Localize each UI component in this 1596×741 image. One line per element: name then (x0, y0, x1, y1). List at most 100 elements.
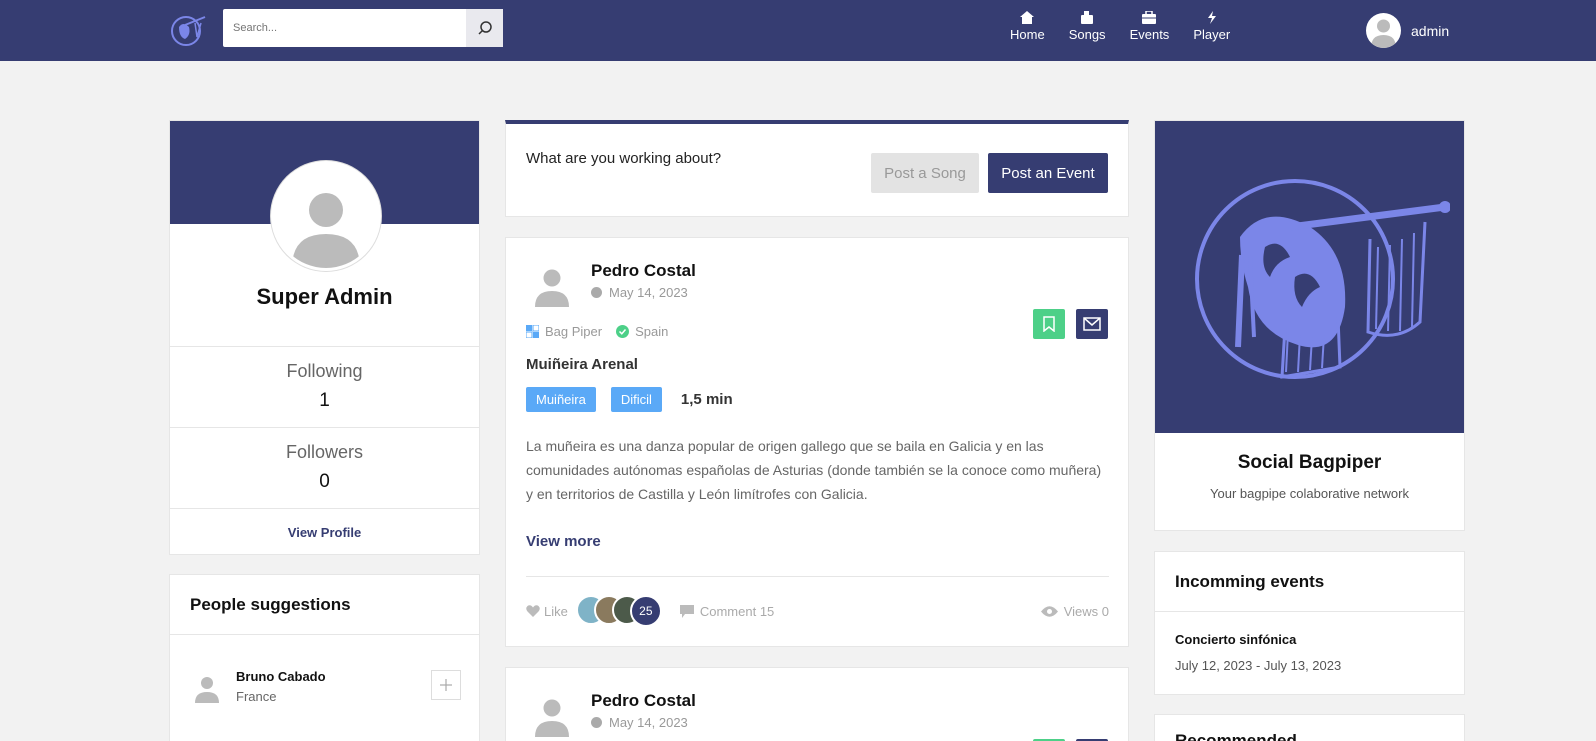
nav-label: Player (1193, 27, 1231, 42)
like-label: Like (544, 603, 568, 619)
user-icon (1371, 19, 1396, 48)
nav-home[interactable]: Home (1010, 11, 1045, 42)
post-event-button[interactable]: Post an Event (988, 153, 1108, 193)
clock-icon (591, 717, 602, 728)
avatar[interactable] (530, 263, 574, 307)
people-suggestions-card: People suggestions Bruno Cabado France (169, 574, 480, 741)
nav-player[interactable]: Player (1193, 11, 1230, 42)
like-button[interactable]: Like (526, 604, 568, 619)
post-country: Spain (635, 324, 669, 339)
avatar[interactable] (190, 669, 224, 703)
recommended-title: Recommended (1175, 731, 1297, 741)
bagpipe-logo-icon[interactable] (171, 13, 207, 47)
view-profile-link[interactable]: View Profile (170, 508, 479, 556)
user-icon (535, 269, 569, 307)
incoming-events-card: Incomming events Concierto sinfónica Jul… (1154, 551, 1465, 695)
profile-avatar[interactable] (271, 161, 381, 271)
followers-stat[interactable]: Followers 0 (170, 427, 479, 507)
main-nav: Home Songs Events Player (1010, 11, 1254, 42)
post-song-button[interactable]: Post a Song (871, 153, 979, 193)
username: admin (1411, 22, 1450, 39)
following-label: Following (286, 361, 363, 381)
comment-label: Comment 15 (699, 603, 775, 619)
likes-count: 25 (629, 595, 662, 627)
post-date-text: May 14, 2023 (609, 285, 688, 300)
following-stat[interactable]: Following 1 (170, 346, 479, 426)
nav-label: Home (1010, 27, 1045, 42)
plus-icon (440, 679, 452, 691)
post-tags: Muiñeira Dificil 1,5 min (526, 387, 733, 412)
post-instrument: Bag Piper (545, 324, 603, 339)
post-date-text: May 14, 2023 (609, 715, 688, 730)
nav-label: Events (1129, 27, 1170, 42)
view-more-link[interactable]: View more (526, 533, 601, 550)
avatar (1366, 13, 1401, 48)
search-button[interactable] (466, 9, 503, 47)
search-input[interactable] (223, 9, 466, 47)
post-author[interactable]: Pedro Costal (591, 691, 696, 711)
divider (526, 576, 1109, 577)
compose-prompt[interactable]: What are you working about? (526, 150, 721, 167)
top-navbar: Home Songs Events Player admin (0, 0, 1596, 61)
user-icon (535, 699, 569, 737)
post-card: Pedro Costal May 14, 2023 (505, 667, 1129, 741)
incoming-events-title: Incomming events (1155, 552, 1464, 612)
user-menu[interactable]: admin (1366, 13, 1449, 48)
views-label: Views 0 (1063, 603, 1109, 619)
bookmark-button[interactable] (1033, 309, 1065, 339)
eye-icon (1040, 605, 1058, 617)
search-icon (477, 21, 492, 35)
nav-events[interactable]: Events (1129, 11, 1170, 42)
post-card: Pedro Costal May 14, 2023 Bag Piper Spai… (505, 237, 1129, 647)
song-title[interactable]: Muiñeira Arenal (526, 356, 638, 373)
following-count: 1 (319, 390, 330, 411)
comment-icon (679, 604, 694, 618)
post-date: May 14, 2023 (591, 285, 688, 300)
user-icon (292, 193, 360, 268)
avatar[interactable] (530, 693, 574, 737)
event-name[interactable]: Concierto sinfónica (1175, 632, 1296, 647)
profile-name: Super Admin (256, 284, 393, 309)
follow-button[interactable] (431, 670, 461, 700)
recommended-card: Recommended (1154, 714, 1465, 741)
post-date: May 14, 2023 (591, 715, 688, 730)
check-circle-icon (616, 325, 630, 338)
likers-avatars[interactable]: 25 (575, 595, 662, 627)
events-icon (1142, 11, 1157, 24)
followers-count: 0 (319, 471, 330, 492)
mail-icon (1083, 317, 1101, 331)
brand-card: Social Bagpiper Your bagpipe colaborativ… (1154, 120, 1465, 531)
suggestion-country: France (236, 688, 277, 704)
compose-card: What are you working about? Post a Song … (505, 120, 1129, 217)
tag[interactable]: Muiñeira (526, 387, 596, 412)
followers-label: Followers (285, 442, 364, 462)
post-footer: Like 25 Comment 15 Views 0 (526, 595, 1109, 627)
post-meta: Bag Piper Spain (526, 324, 682, 339)
bagpipe-logo-icon (1155, 121, 1464, 433)
tag[interactable]: Dificil (610, 387, 662, 412)
clock-icon (591, 287, 602, 298)
profile-card: Super Admin Following 1 Followers 0 View… (169, 120, 480, 555)
user-icon (195, 677, 219, 703)
list-item: Bruno Cabado France (190, 661, 461, 711)
bagpipe-instrument-icon (526, 325, 539, 338)
bookmark-icon (1043, 316, 1055, 332)
suggestion-name[interactable]: Bruno Cabado (236, 669, 326, 684)
brand-name: Social Bagpiper (1237, 452, 1382, 473)
nav-label: Songs (1068, 27, 1106, 42)
post-body: La muñeira es una danza popular de orige… (526, 438, 1102, 502)
views-count: Views 0 (1040, 603, 1109, 619)
people-suggestions-title: People suggestions (170, 575, 479, 635)
heart-icon (526, 605, 540, 617)
brand-tagline: Your bagpipe colaborative network (1210, 486, 1409, 501)
song-duration: 1,5 min (680, 391, 733, 408)
nav-songs[interactable]: Songs (1069, 11, 1106, 42)
message-button[interactable] (1076, 309, 1108, 339)
search-bar (223, 9, 503, 47)
comment-button[interactable]: Comment 15 (679, 603, 775, 619)
songs-icon (1081, 11, 1094, 24)
post-author[interactable]: Pedro Costal (591, 261, 696, 281)
event-dates: July 12, 2023 - July 13, 2023 (1175, 658, 1342, 673)
home-icon (1020, 11, 1035, 24)
player-icon (1207, 11, 1216, 24)
